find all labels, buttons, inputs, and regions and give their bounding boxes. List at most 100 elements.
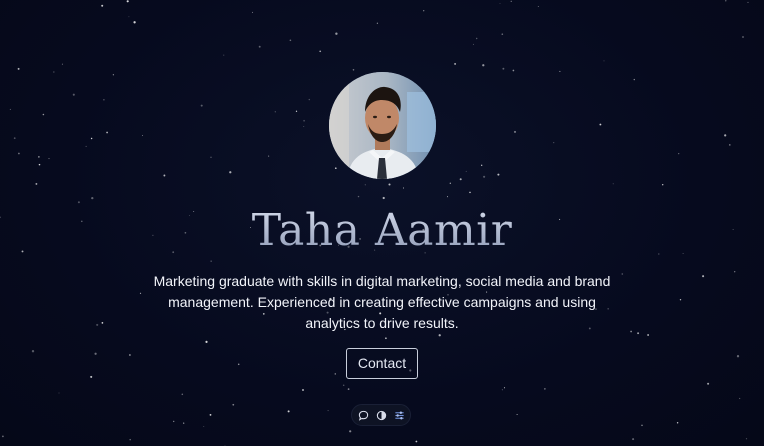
star: [319, 50, 322, 53]
star: [661, 183, 664, 186]
star: [334, 167, 337, 170]
star: [58, 392, 60, 394]
star: [61, 63, 63, 65]
star: [295, 110, 298, 112]
star: [303, 126, 305, 127]
star: [415, 440, 418, 443]
star: [724, 134, 727, 137]
star: [38, 156, 40, 158]
star: [85, 145, 87, 147]
star: [403, 187, 404, 189]
star: [544, 388, 546, 390]
star: [274, 111, 276, 113]
star: [537, 6, 539, 7]
star: [502, 67, 505, 70]
star: [513, 130, 517, 133]
contact-button[interactable]: Contact: [346, 348, 418, 379]
star: [173, 420, 175, 423]
star: [94, 352, 97, 355]
landing-page: Taha Aamir Marketing graduate with skill…: [0, 0, 764, 446]
star: [302, 389, 304, 391]
star: [303, 119, 305, 122]
star: [96, 323, 99, 326]
star: [349, 430, 352, 433]
star: [382, 196, 385, 200]
star: [258, 45, 261, 48]
star: [510, 0, 512, 2]
star: [210, 156, 212, 158]
star: [42, 113, 45, 116]
star: [334, 373, 337, 375]
star: [483, 175, 486, 178]
star: [503, 387, 506, 389]
star: [90, 137, 93, 140]
star: [501, 389, 503, 391]
star: [388, 183, 391, 186]
star: [385, 337, 387, 340]
star: [603, 60, 605, 62]
star: [469, 191, 471, 194]
star: [203, 426, 205, 428]
star: [559, 70, 561, 72]
star: [77, 201, 80, 204]
settings-sliders-icon: [394, 411, 404, 419]
star: [101, 4, 104, 7]
star: [13, 137, 16, 140]
star: [637, 332, 640, 335]
profile-avatar: [329, 72, 436, 179]
star: [475, 37, 478, 40]
star: [747, 1, 749, 3]
avatar-photo: [329, 72, 436, 179]
star: [183, 422, 185, 424]
star: [90, 375, 93, 378]
star: [200, 104, 203, 107]
star: [53, 71, 55, 73]
theme-toggle-icon: [376, 410, 386, 420]
star: [18, 152, 20, 155]
star: [163, 174, 166, 177]
star: [72, 93, 75, 96]
star: [2, 435, 4, 438]
chat-icon: [358, 410, 368, 421]
star: [633, 78, 635, 81]
star: [472, 43, 474, 45]
star: [237, 363, 240, 366]
star: [632, 438, 635, 441]
star: [252, 11, 254, 13]
star: [497, 173, 500, 176]
settings-button[interactable]: [392, 408, 406, 422]
star: [101, 322, 104, 324]
star: [209, 413, 212, 416]
star: [745, 438, 748, 440]
star: [139, 292, 142, 294]
star: [9, 108, 11, 110]
star: [459, 178, 462, 181]
star: [679, 299, 682, 301]
star: [423, 10, 425, 12]
star: [48, 158, 50, 160]
star: [223, 54, 225, 56]
star: [342, 384, 345, 387]
star: [287, 410, 290, 413]
star: [347, 388, 350, 390]
star: [734, 271, 736, 273]
star: [516, 413, 518, 416]
star: [676, 422, 679, 424]
star: [133, 21, 136, 24]
star: [741, 35, 745, 39]
star: [501, 33, 504, 35]
chat-button[interactable]: [356, 408, 370, 422]
star: [641, 424, 643, 427]
star: [126, 0, 129, 3]
star: [357, 195, 360, 198]
star: [707, 382, 710, 385]
star: [736, 355, 740, 358]
star: [129, 438, 131, 441]
star: [35, 182, 38, 185]
star: [289, 39, 292, 42]
star: [647, 334, 649, 336]
star: [364, 184, 366, 186]
star: [335, 32, 338, 35]
star: [91, 196, 94, 200]
theme-toggle-button[interactable]: [374, 408, 388, 422]
